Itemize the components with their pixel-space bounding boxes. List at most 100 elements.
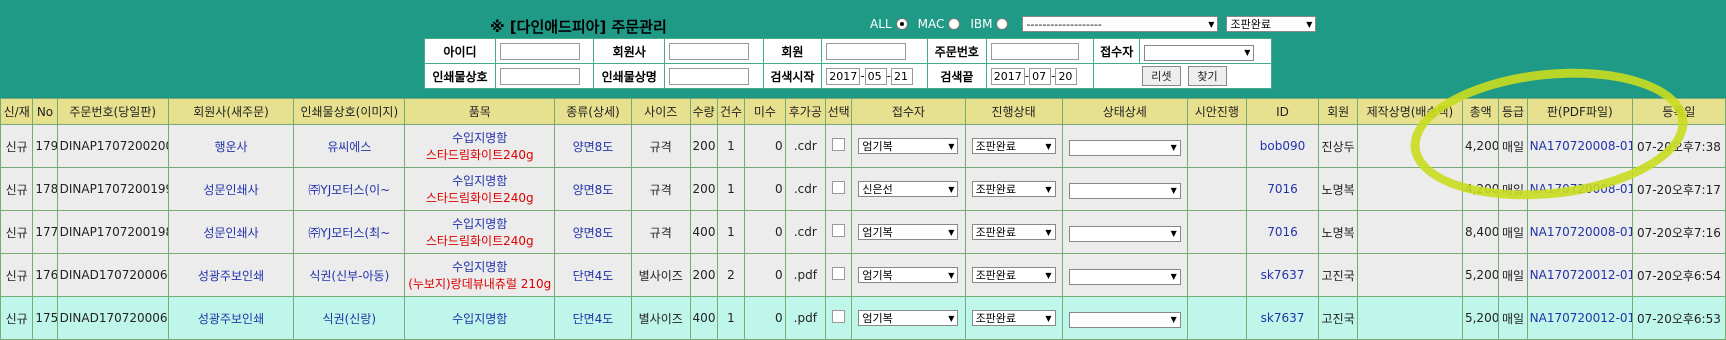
- pdf-link[interactable]: NA170720008-01: [1526, 124, 1633, 168]
- member-co-cell[interactable]: 성광주보인쇄: [167, 296, 295, 340]
- order-no-cell[interactable]: DINAP1707200199: [56, 167, 169, 211]
- reset-button[interactable]: 리셋: [1142, 66, 1181, 86]
- row-checkbox[interactable]: [832, 181, 846, 194]
- member-co-input[interactable]: [669, 42, 750, 60]
- radio-ibm[interactable]: [996, 18, 1009, 30]
- order-no-cell[interactable]: DINAD1707200066: [56, 253, 169, 297]
- row-checkbox[interactable]: [832, 267, 846, 280]
- status-detail-select[interactable]: ▼: [1068, 139, 1181, 156]
- dropdown[interactable]: 엄기복 ▼: [858, 138, 959, 154]
- dropdown[interactable]: 조판완료 ▼: [971, 267, 1056, 283]
- id-cell[interactable]: 7016: [1245, 167, 1320, 211]
- column-header[interactable]: 선택: [825, 98, 853, 125]
- table-row[interactable]: 신규 178 DINAP1707200199 성문인쇄사 ㈜YJ모터스(이~ 수입지명함 스…: [0, 167, 1726, 211]
- column-header[interactable]: 진행상태: [964, 98, 1063, 125]
- table-row[interactable]: 신규 176 DINAD1707200066 성광주보인쇄 식권(신부-아동) 수입지명함…: [0, 253, 1726, 297]
- id-cell[interactable]: bob090: [1245, 124, 1320, 168]
- chevron-down-icon: ▼: [1045, 313, 1052, 323]
- column-header[interactable]: 등급: [1498, 98, 1528, 125]
- row-checkbox[interactable]: [832, 138, 846, 151]
- member-co-cell[interactable]: 성광주보인쇄: [167, 253, 295, 297]
- pdf-link[interactable]: NA170720012-01: [1526, 296, 1633, 340]
- dropdown[interactable]: 엄기복 ▼: [858, 267, 959, 283]
- id-input[interactable]: [499, 42, 580, 60]
- table-row[interactable]: 신규 177 DINAP1707200198 성문인쇄사 ㈜YJ모터스(최~ 수입지명함 스…: [0, 210, 1726, 254]
- pdf-link[interactable]: NA170720008-01: [1526, 210, 1633, 254]
- end-month-input[interactable]: 07: [1029, 67, 1052, 85]
- find-button[interactable]: 찾기: [1188, 66, 1227, 86]
- end-day-input[interactable]: 20: [1055, 67, 1078, 85]
- order-no-cell[interactable]: DINAD1707200065: [56, 296, 169, 340]
- table-row[interactable]: 신규 179 DINAP1707200200 행운사 유씨에스 수입지명함 스타드림화이트2…: [0, 124, 1726, 168]
- dropdown[interactable]: 신은선 ▼: [858, 181, 959, 197]
- id-cell[interactable]: sk7637: [1245, 296, 1320, 340]
- column-header[interactable]: 수량: [689, 98, 718, 125]
- category-select[interactable]: ------------------- ▼: [1022, 16, 1219, 32]
- column-header[interactable]: 건수: [716, 98, 746, 125]
- column-header[interactable]: 사이즈: [630, 98, 691, 125]
- column-header[interactable]: 회원: [1318, 98, 1358, 125]
- column-header[interactable]: 인쇄물상호(이미지): [293, 98, 406, 125]
- print-co-cell[interactable]: 식권(신랑): [293, 296, 406, 340]
- column-header[interactable]: 종류(상세): [554, 98, 632, 125]
- row-checkbox[interactable]: [832, 224, 846, 237]
- status-detail-select[interactable]: ▼: [1068, 268, 1181, 285]
- id-cell[interactable]: sk7637: [1245, 253, 1320, 297]
- pdf-link[interactable]: NA170720008-01: [1526, 167, 1633, 211]
- print-co-cell[interactable]: 유씨에스: [293, 124, 406, 168]
- chevron-down-icon: ▼: [1045, 270, 1052, 280]
- receiver-cell: 엄기복 ▼: [851, 210, 966, 254]
- print-co-input[interactable]: [499, 67, 580, 85]
- member-co-cell[interactable]: 성문인쇄사: [167, 210, 295, 254]
- order-no-cell[interactable]: DINAP1707200200: [56, 124, 169, 168]
- print-co-cell[interactable]: 식권(신부-아동): [293, 253, 406, 297]
- id-cell[interactable]: 7016: [1245, 210, 1320, 254]
- start-month-input[interactable]: 05: [864, 67, 887, 85]
- start-year-input[interactable]: 2017: [826, 67, 861, 85]
- table-row[interactable]: 신규 175 DINAD1707200065 성광주보인쇄 식권(신랑) 수입지명함 단면4…: [0, 296, 1726, 340]
- chevron-down-icon: ▼: [1170, 272, 1177, 281]
- radio-all[interactable]: [895, 18, 908, 30]
- receiver-select[interactable]: ▼: [1144, 44, 1255, 61]
- order-no-input[interactable]: [990, 42, 1079, 60]
- column-header[interactable]: 제작상명(배송액): [1356, 98, 1463, 125]
- pdf-link[interactable]: NA170720012-01: [1526, 253, 1633, 297]
- member-co-cell[interactable]: 성문인쇄사: [167, 167, 295, 211]
- member-co-cell[interactable]: 행운사: [167, 124, 295, 168]
- print-name-input[interactable]: [669, 67, 750, 85]
- print-co-cell[interactable]: ㈜YJ모터스(최~: [293, 210, 406, 254]
- column-header[interactable]: 접수자: [851, 98, 966, 125]
- item-name: 수입지명함: [452, 311, 508, 326]
- column-header[interactable]: 총액: [1461, 98, 1500, 125]
- dropdown[interactable]: 조판완료 ▼: [971, 224, 1056, 240]
- order-no-cell[interactable]: DINAP1707200198: [56, 210, 169, 254]
- column-header[interactable]: No: [32, 98, 58, 125]
- dropdown[interactable]: 엄기복 ▼: [858, 224, 959, 240]
- dropdown[interactable]: 엄기복 ▼: [858, 310, 959, 326]
- type-cell: 양면8도: [554, 167, 632, 211]
- row-checkbox[interactable]: [832, 310, 846, 323]
- status-detail-select[interactable]: ▼: [1068, 182, 1181, 199]
- column-header[interactable]: 회원사(새주문): [167, 98, 295, 125]
- radio-mac[interactable]: [948, 18, 961, 30]
- status-filter-select[interactable]: 조판완료 ▼: [1226, 16, 1317, 32]
- column-header[interactable]: 미수: [744, 98, 786, 125]
- status-detail-select[interactable]: ▼: [1068, 225, 1181, 242]
- item-name: 수입지명함: [452, 131, 508, 145]
- print-co-cell[interactable]: ㈜YJ모터스(이~: [293, 167, 406, 211]
- column-header[interactable]: 등록일: [1631, 98, 1726, 125]
- dropdown[interactable]: 조판완료 ▼: [971, 181, 1056, 197]
- column-header[interactable]: 주문번호(당일판): [56, 98, 169, 125]
- dropdown[interactable]: 조판완료 ▼: [971, 138, 1056, 154]
- column-header[interactable]: ID: [1245, 98, 1320, 125]
- column-header[interactable]: 신/재: [0, 98, 34, 125]
- dropdown[interactable]: 조판완료 ▼: [971, 310, 1056, 326]
- column-header[interactable]: 시안진행: [1186, 98, 1247, 125]
- column-header[interactable]: 상태상세: [1061, 98, 1188, 125]
- column-header[interactable]: 품목: [404, 98, 556, 125]
- column-header[interactable]: 판(PDF파일): [1526, 98, 1633, 125]
- member-input[interactable]: [826, 42, 907, 60]
- column-header[interactable]: 후가공: [784, 98, 827, 125]
- end-year-input[interactable]: 2017: [990, 67, 1025, 85]
- start-day-input[interactable]: 21: [890, 67, 913, 85]
